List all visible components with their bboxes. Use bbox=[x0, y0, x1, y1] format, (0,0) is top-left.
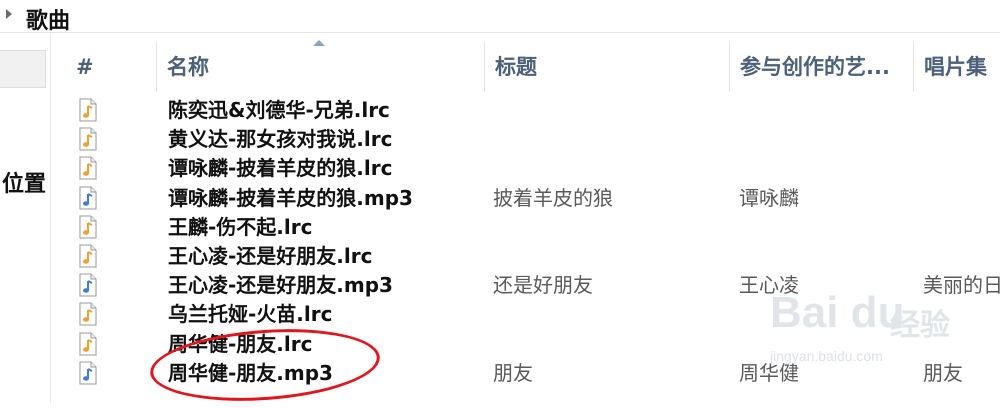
navigation-pane: 位置 bbox=[0, 33, 50, 403]
audio-file-icon bbox=[78, 186, 98, 210]
column-header-artist[interactable]: 参与创作的艺... bbox=[729, 42, 913, 92]
lyrics-file-icon bbox=[78, 244, 98, 268]
watermark-brand: Bai du bbox=[770, 288, 905, 337]
lyrics-file-icon bbox=[78, 215, 98, 239]
file-row[interactable]: 王心凌-还是好朋友.lrc bbox=[52, 242, 1000, 271]
file-name: 王心凌-还是好朋友.lrc bbox=[168, 244, 373, 268]
file-title: 披着羊皮的狼 bbox=[493, 185, 613, 210]
pane-divider[interactable] bbox=[50, 33, 51, 403]
file-album bbox=[923, 154, 1000, 183]
column-header-title[interactable]: 标题 bbox=[484, 42, 729, 92]
location-label: 位置 bbox=[2, 172, 47, 197]
file-album bbox=[923, 213, 1000, 242]
file-row[interactable]: 王麟-伤不起.lrc bbox=[52, 213, 1000, 242]
watermark: Bai du 经验 jingyan.baidu.com bbox=[740, 288, 990, 388]
file-name: 陈奕迅&刘德华-兄弟.lrc bbox=[168, 98, 390, 122]
lyrics-file-icon bbox=[78, 156, 98, 180]
file-title bbox=[493, 213, 723, 242]
file-album bbox=[923, 184, 1000, 213]
column-header-name[interactable]: 名称 bbox=[156, 42, 484, 92]
file-name: 谭咏麟-披着羊皮的狼.mp3 bbox=[168, 185, 413, 210]
column-header-album[interactable]: 唱片集 bbox=[913, 42, 1000, 92]
file-row[interactable]: 谭咏麟-披着羊皮的狼.mp3 披着羊皮的狼 谭咏麟 bbox=[52, 184, 1000, 213]
file-name: 黄义达-那女孩对我说.lrc bbox=[168, 127, 393, 152]
lyrics-file-icon bbox=[78, 98, 98, 122]
file-artist bbox=[739, 96, 909, 125]
file-row[interactable]: 陈奕迅&刘德华-兄弟.lrc bbox=[52, 96, 1000, 125]
file-artist bbox=[739, 242, 909, 271]
file-title bbox=[493, 300, 723, 329]
file-title bbox=[493, 96, 723, 125]
group-header[interactable]: 歌曲 bbox=[0, 0, 1000, 34]
file-row[interactable]: 黄义达-那女孩对我说.lrc bbox=[52, 125, 1000, 154]
file-artist bbox=[739, 125, 909, 154]
watermark-url: jingyan.baidu.com bbox=[770, 348, 883, 364]
file-title bbox=[493, 330, 723, 359]
file-album bbox=[923, 125, 1000, 154]
file-title bbox=[493, 125, 723, 154]
file-title bbox=[493, 242, 723, 271]
sort-ascending-icon bbox=[313, 40, 325, 46]
expand-chevron-icon[interactable] bbox=[6, 9, 12, 19]
group-title: 歌曲 bbox=[26, 9, 71, 34]
column-header-row: # 名称 标题 参与创作的艺... 唱片集 bbox=[52, 42, 1000, 92]
file-row[interactable]: 谭咏麟-披着羊皮的狼.lrc bbox=[52, 154, 1000, 183]
file-artist bbox=[739, 213, 909, 242]
file-title: 朋友 bbox=[493, 360, 533, 385]
nav-selected-item[interactable] bbox=[0, 50, 46, 88]
audio-file-icon bbox=[78, 361, 98, 385]
file-title bbox=[493, 154, 723, 183]
audio-file-icon bbox=[78, 273, 98, 297]
lyrics-file-icon bbox=[78, 127, 98, 151]
file-artist bbox=[739, 154, 909, 183]
file-name: 王心凌-还是好朋友.mp3 bbox=[168, 273, 393, 298]
file-name: 王麟-伤不起.lrc bbox=[168, 214, 313, 239]
file-artist: 谭咏麟 bbox=[739, 185, 799, 210]
watermark-cn: 经验 bbox=[890, 308, 950, 343]
file-name: 乌兰托娅-火苗.lrc bbox=[168, 302, 333, 327]
file-name: 谭咏麟-披着羊皮的狼.lrc bbox=[168, 156, 393, 181]
file-album bbox=[923, 242, 1000, 271]
file-title: 还是好朋友 bbox=[493, 273, 593, 298]
lyrics-file-icon bbox=[78, 332, 98, 356]
file-album bbox=[923, 96, 1000, 125]
column-header-number[interactable]: # bbox=[66, 42, 156, 92]
lyrics-file-icon bbox=[78, 302, 98, 326]
